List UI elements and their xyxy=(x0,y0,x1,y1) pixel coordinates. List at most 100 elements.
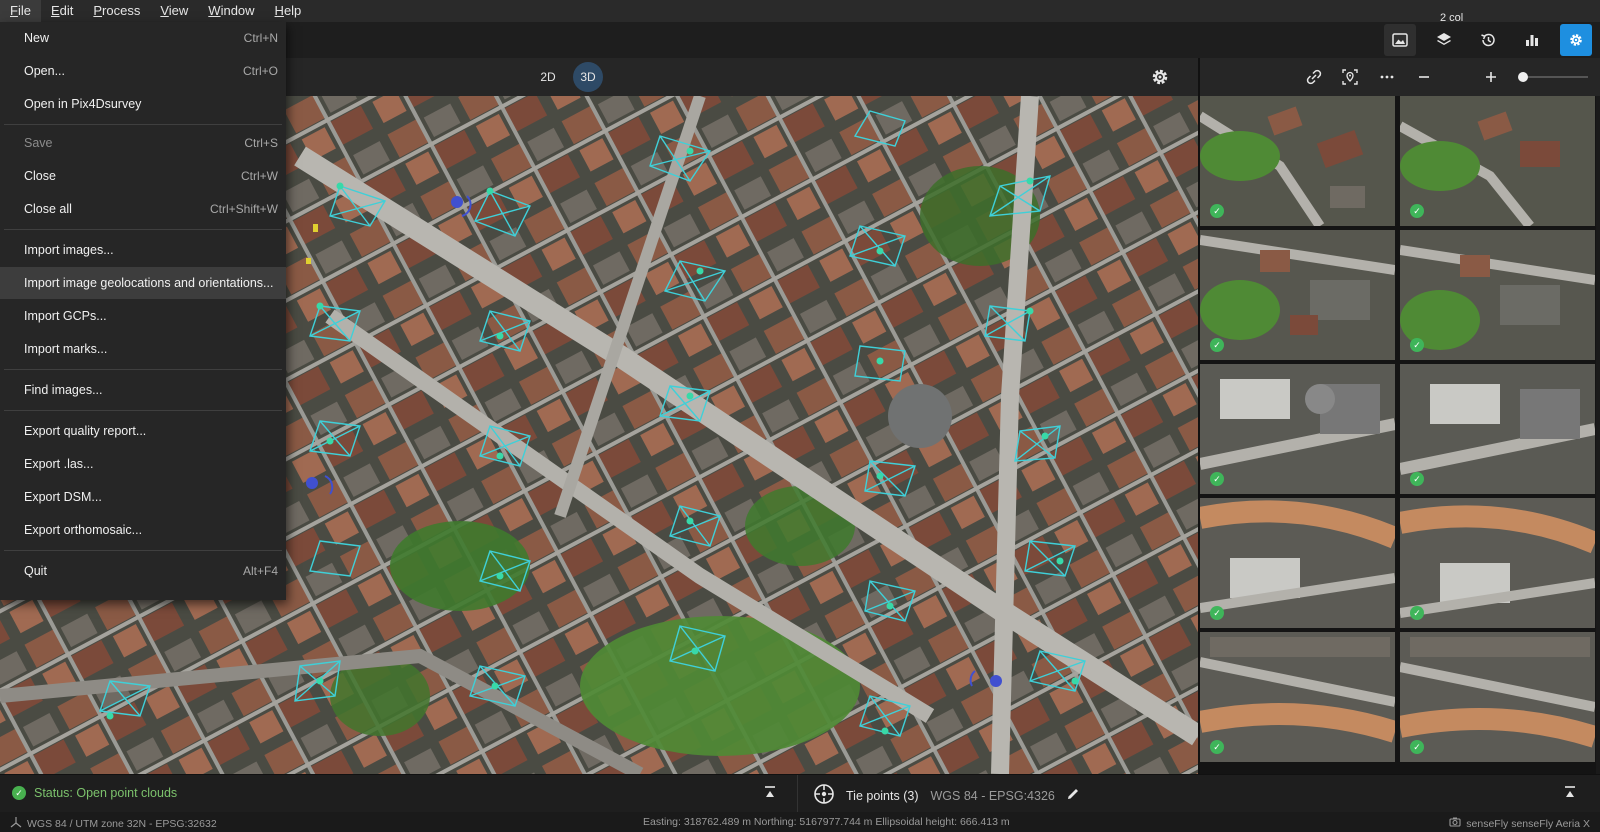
file-menu: New Ctrl+N Open... Ctrl+O Open in Pix4Dsur… xyxy=(0,22,286,600)
menu-separator xyxy=(4,124,282,125)
locate-image-icon[interactable] xyxy=(1340,67,1360,87)
edit-icon[interactable] xyxy=(1065,786,1081,805)
menu-item-label: Close xyxy=(24,169,56,183)
app-window: File Edit Process View Window Help 2D 3D xyxy=(0,0,1600,832)
axes-icon xyxy=(10,816,22,831)
menu-help-mnemonic: H xyxy=(274,3,284,18)
check-icon: ✓ xyxy=(1410,740,1424,754)
check-icon: ✓ xyxy=(1210,338,1224,352)
check-icon: ✓ xyxy=(1410,472,1424,486)
menu-item-close-all[interactable]: Close all Ctrl+Shift+W xyxy=(0,193,286,225)
more-options-icon[interactable] xyxy=(1377,67,1397,87)
collapse-up-icon[interactable] xyxy=(762,785,778,801)
check-icon: ✓ xyxy=(1210,740,1224,754)
menu-window-mnemonic: W xyxy=(208,3,221,18)
thumbnail-size-slider-handle[interactable] xyxy=(1518,72,1528,82)
gallery-thumbnail[interactable]: ✓ xyxy=(1400,364,1595,494)
menu-item-close[interactable]: Close Ctrl+W xyxy=(0,160,286,192)
menu-item-label: Quit xyxy=(24,564,47,578)
menu-item-shortcut: Ctrl+Shift+W xyxy=(209,202,278,216)
bar-chart-icon[interactable] xyxy=(1516,24,1548,56)
thumbnail-size-slider[interactable] xyxy=(1522,76,1588,78)
menu-item-quit[interactable]: Quit Alt+F4 xyxy=(0,555,286,587)
menu-item-shortcut: Alt+F4 xyxy=(242,564,278,578)
menu-item-shortcut: Ctrl+W xyxy=(241,169,278,183)
menu-separator xyxy=(4,229,282,230)
menu-item-import-images[interactable]: Import images... xyxy=(0,234,286,266)
layers-icon[interactable] xyxy=(1428,24,1460,56)
images-icon[interactable] xyxy=(1384,24,1416,56)
settings-icon[interactable] xyxy=(1560,24,1592,56)
menu-item-label: Open in Pix4Dsurvey xyxy=(24,97,142,111)
menu-separator xyxy=(4,369,282,370)
check-icon: ✓ xyxy=(1410,338,1424,352)
menu-separator xyxy=(4,410,282,411)
menu-item-export-orthomosaic[interactable]: Export orthomosaic... xyxy=(0,514,286,546)
link-icon[interactable] xyxy=(1304,67,1324,87)
menu-file[interactable]: File xyxy=(0,0,41,22)
menu-edit-label: dit xyxy=(59,3,74,18)
menu-item-label: Save xyxy=(24,136,53,150)
menu-file-label: ile xyxy=(17,3,31,18)
processing-status: ✓ Status: Open point clouds xyxy=(12,786,177,800)
gallery-scrollbar[interactable] xyxy=(1596,96,1600,774)
camera-text: senseFly senseFly Aeria X xyxy=(1466,817,1590,830)
tie-points-panel: Tie points (3) WGS 84 - EPSG:4326 xyxy=(812,782,1081,809)
check-icon: ✓ xyxy=(1210,606,1224,620)
menu-item-import-gcps[interactable]: Import GCPs... xyxy=(0,300,286,332)
gallery-thumbnail[interactable]: ✓ xyxy=(1200,96,1395,226)
menu-item-export-dsm[interactable]: Export DSM... xyxy=(0,481,286,513)
history-icon[interactable] xyxy=(1472,24,1504,56)
crs-text: WGS 84 / UTM zone 32N - EPSG:32632 xyxy=(27,817,217,830)
menu-item-open-in-pix4dsurvey[interactable]: Open in Pix4Dsurvey xyxy=(0,88,286,120)
tie-points-label: Tie points (3) xyxy=(846,788,919,803)
menu-item-save[interactable]: Save Ctrl+S xyxy=(0,127,286,159)
gallery-thumbnail[interactable]: ✓ xyxy=(1200,364,1395,494)
gallery-thumbnail[interactable]: ✓ xyxy=(1200,632,1395,762)
menu-separator xyxy=(4,550,282,551)
minus-icon[interactable] xyxy=(1414,67,1434,87)
collapse-up-icon[interactable] xyxy=(1562,785,1578,801)
camera-icon xyxy=(1449,816,1461,831)
menu-item-label: New xyxy=(24,31,50,45)
gallery-thumbnail[interactable]: ✓ xyxy=(1400,498,1595,628)
gallery-thumbnail[interactable]: ✓ xyxy=(1200,230,1395,360)
gallery-thumbnail[interactable]: ✓ xyxy=(1400,96,1595,226)
check-icon: ✓ xyxy=(1410,204,1424,218)
view-settings-icon[interactable] xyxy=(1150,67,1170,87)
menu-item-label: Export DSM... xyxy=(24,490,102,504)
menu-edit[interactable]: Edit xyxy=(41,0,83,22)
image-gallery: ✓ ✓ ✓ ✓ ✓ ✓ ✓ ✓ ✓ ✓ xyxy=(1200,96,1600,774)
menu-item-label: Export quality report... xyxy=(24,424,147,438)
camera-info: senseFly senseFly Aeria X xyxy=(1449,816,1590,831)
menu-file-mnemonic: F xyxy=(10,3,18,18)
menu-view[interactable]: View xyxy=(150,0,198,22)
menu-item-find-images[interactable]: Find images... xyxy=(0,374,286,406)
tie-points-crs: WGS 84 - EPSG:4326 xyxy=(930,788,1055,803)
menu-window[interactable]: Window xyxy=(198,0,264,22)
check-icon: ✓ xyxy=(1210,472,1224,486)
info-bar: WGS 84 / UTM zone 32N - EPSG:32632 Easti… xyxy=(0,812,1600,832)
menubar: File Edit Process View Window Help xyxy=(0,0,1600,22)
menu-item-label: Export orthomosaic... xyxy=(24,523,143,537)
menu-item-export-quality-report[interactable]: Export quality report... xyxy=(0,415,286,447)
mode-3d-button[interactable]: 3D xyxy=(573,62,603,92)
menu-item-import-geolocations[interactable]: Import image geolocations and orientatio… xyxy=(0,267,286,299)
menu-process[interactable]: Process xyxy=(83,0,150,22)
menu-item-label: Import image geolocations and orientatio… xyxy=(24,276,274,290)
plus-icon[interactable] xyxy=(1481,67,1501,87)
crs-info: WGS 84 / UTM zone 32N - EPSG:32632 xyxy=(10,816,217,831)
tie-points-icon[interactable] xyxy=(812,782,836,809)
menu-item-label: Import images... xyxy=(24,243,114,257)
menu-item-new[interactable]: New Ctrl+N xyxy=(0,22,286,54)
top-toolbar xyxy=(1180,22,1600,58)
gallery-thumbnail[interactable]: ✓ xyxy=(1400,230,1595,360)
menu-item-import-marks[interactable]: Import marks... xyxy=(0,333,286,365)
gallery-thumbnail[interactable]: ✓ xyxy=(1400,632,1595,762)
status-bar: ✓ Status: Open point clouds Tie points (… xyxy=(0,774,1600,813)
gallery-thumbnail[interactable]: ✓ xyxy=(1200,498,1395,628)
menu-item-export-las[interactable]: Export .las... xyxy=(0,448,286,480)
menu-item-open[interactable]: Open... Ctrl+O xyxy=(0,55,286,87)
menu-help[interactable]: Help xyxy=(265,0,312,22)
mode-2d-button[interactable]: 2D xyxy=(533,62,563,92)
